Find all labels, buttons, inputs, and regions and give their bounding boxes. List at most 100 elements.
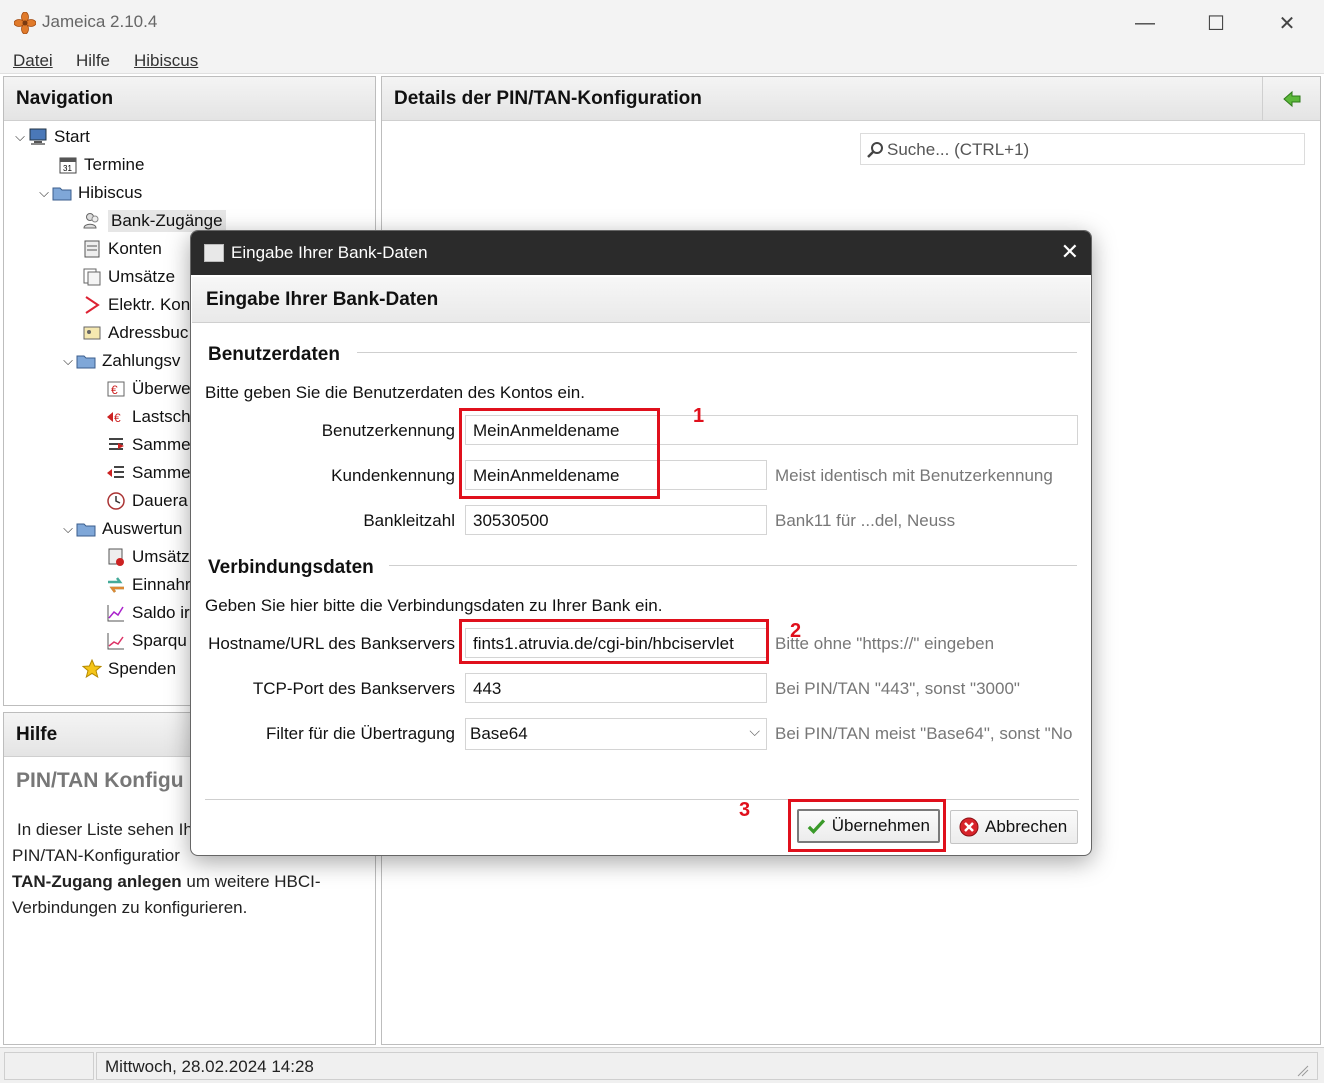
- arrows-icon: [108, 577, 124, 593]
- tree-item-label: Umsätze: [108, 267, 176, 286]
- bankleitzahl-hint: Bank11 für ...del, Neuss: [775, 511, 956, 530]
- tree-item-label: Adressbuc: [108, 323, 189, 342]
- port-hint: Bei PIN/TAN "443", sonst "3000": [775, 679, 1020, 698]
- tree-item-label: Überwe: [132, 379, 191, 398]
- tree-item-ueberweisungen[interactable]: € Überwe: [106, 376, 191, 402]
- cancel-icon: [959, 817, 979, 837]
- menu-datei[interactable]: Datei: [13, 51, 53, 71]
- navigation-header: Navigation: [4, 77, 375, 121]
- chart-icon: [107, 633, 124, 650]
- ledger-icon: [84, 240, 100, 258]
- chevron-down-icon[interactable]: ⌵: [60, 521, 76, 537]
- tree-item-umsatz-report[interactable]: Umsätz: [106, 544, 190, 570]
- close-button[interactable]: ✕: [1267, 8, 1307, 38]
- tree-item-einnahmen-ausgaben[interactable]: Einnahr: [106, 572, 191, 598]
- status-cell: Mittwoch, 28.02.2024 14:28: [96, 1052, 1318, 1080]
- menu-hilfe[interactable]: Hilfe: [76, 51, 110, 71]
- tree-item-auswertungen[interactable]: ⌵ Auswertun: [60, 516, 182, 542]
- euro-icon: €: [107, 381, 125, 397]
- folder-icon: [76, 355, 96, 369]
- tree-item-start[interactable]: ⌵ Start: [12, 124, 90, 150]
- tree-item-termine[interactable]: 31 Termine: [58, 152, 144, 178]
- annotation-box-host: [459, 619, 769, 664]
- port-field[interactable]: 443: [465, 673, 767, 703]
- tree-item-dauerauftraege[interactable]: Dauera: [106, 488, 188, 514]
- bankleitzahl-label: Bankleitzahl: [363, 511, 455, 530]
- tree-item-hibiscus[interactable]: ⌵ Hibiscus: [36, 180, 142, 206]
- dialog-window-title: Eingabe Ihrer Bank-Daten: [231, 243, 428, 262]
- tree-item-sammellastschriften[interactable]: Samme: [106, 460, 191, 486]
- abbrechen-label: Abbrechen: [985, 817, 1068, 836]
- tree-item-label: Elektr. Kon: [108, 295, 191, 314]
- help-link[interactable]: TAN-Zugang anlegen: [12, 872, 182, 891]
- tree-item-label: Sparqu: [132, 631, 187, 650]
- chevron-down-icon[interactable]: ⌵: [60, 353, 76, 369]
- tree-item-spenden[interactable]: Spenden: [82, 656, 176, 682]
- dialog-close-icon[interactable]: ✕: [1061, 239, 1079, 265]
- window-titlebar: Jameica 2.10.4 — ☐ ✕: [0, 0, 1324, 46]
- help-panel-title: Hilfe: [16, 724, 58, 745]
- tree-item-umsaetze[interactable]: Umsätze: [82, 264, 175, 290]
- tree-item-sparquote[interactable]: Sparqu: [106, 628, 187, 654]
- star-icon: [82, 659, 102, 679]
- help-line: Verbindungen zu konfigurieren.: [12, 898, 248, 917]
- tree-item-label: Saldo ir: [132, 603, 190, 622]
- section-title-connection: Verbindungsdaten: [208, 557, 374, 578]
- folder-icon: [52, 187, 72, 201]
- help-line: TAN-Zugang anlegen um weitere HBCI-: [12, 869, 372, 895]
- filter-hint: Bei PIN/TAN meist "Base64", sonst "No: [775, 724, 1073, 743]
- tree-item-label: Umsätz: [132, 547, 190, 566]
- status-bar: Mittwoch, 28.02.2024 14:28: [0, 1047, 1324, 1083]
- maximize-button[interactable]: ☐: [1196, 8, 1236, 38]
- minimize-button[interactable]: —: [1125, 8, 1165, 38]
- annotation-box-user: [459, 408, 660, 499]
- chevron-down-icon[interactable]: ⌵: [36, 185, 52, 201]
- maximize-icon: ☐: [1207, 12, 1225, 35]
- chevron-down-icon[interactable]: ⌵: [12, 129, 28, 145]
- tree-item-label: Hibiscus: [78, 183, 143, 202]
- chart-icon: [107, 605, 124, 622]
- annotation-box-uebernehmen: [788, 799, 946, 852]
- tree-item-adressbuch[interactable]: Adressbuc: [82, 320, 188, 346]
- help-line-rest: um weitere HBCI-: [181, 872, 321, 891]
- tree-item-label: Auswertun: [102, 519, 183, 538]
- status-datetime: Mittwoch, 28.02.2024 14:28: [105, 1057, 314, 1076]
- search-input[interactable]: Suche... (CTRL+1): [860, 133, 1305, 165]
- filter-select[interactable]: Base64 ⌵: [465, 718, 767, 750]
- filter-label: Filter für die Übertragung: [266, 724, 455, 743]
- tree-item-zahlungsverkehr[interactable]: ⌵ Zahlungsv: [60, 348, 180, 374]
- help-heading: PIN/TAN Konfigu: [16, 769, 184, 792]
- tree-item-label: Termine: [84, 155, 145, 174]
- chevron-down-icon: ⌵: [749, 723, 760, 739]
- menu-hibiscus[interactable]: Hibiscus: [134, 51, 198, 71]
- resize-grip-icon[interactable]: [1296, 1060, 1310, 1078]
- tree-item-elektr-kontoauszuege[interactable]: Elektr. Kon: [82, 292, 190, 318]
- benutzerkennung-label: Benutzerkennung: [321, 421, 455, 440]
- port-label: TCP-Port des Bankservers: [252, 679, 455, 698]
- report-icon: [108, 548, 124, 566]
- tree-item-sammelueberweisungen[interactable]: Samme: [106, 432, 191, 458]
- pdf-icon: [85, 296, 100, 314]
- annotation-number-2: 2: [790, 620, 802, 642]
- tree-item-label: Samme: [132, 435, 191, 454]
- bank-data-dialog: Eingabe Ihrer Bank-Daten ✕ Eingabe Ihrer…: [190, 230, 1092, 856]
- tree-item-konten[interactable]: Konten: [82, 236, 162, 262]
- jameica-logo-icon: [14, 12, 36, 34]
- users-icon: [83, 213, 99, 229]
- details-title: Details der PIN/TAN-Konfiguration: [394, 88, 702, 109]
- abbrechen-button[interactable]: Abbrechen: [950, 810, 1078, 844]
- back-arrow-icon: [1283, 90, 1301, 108]
- tree-item-lastschriften[interactable]: € Lastsch: [106, 404, 191, 430]
- folder-icon: [76, 523, 96, 537]
- filter-select-value: Base64: [470, 724, 528, 743]
- list-icon: [109, 438, 124, 450]
- clock-icon: [107, 492, 125, 510]
- svg-text:€: €: [114, 411, 121, 425]
- back-button[interactable]: [1262, 77, 1320, 121]
- tree-item-saldo-im-verlauf[interactable]: Saldo ir: [106, 600, 190, 626]
- bankleitzahl-field[interactable]: 30530500: [465, 505, 767, 535]
- search-icon: [867, 142, 883, 158]
- tree-item-label: Spenden: [108, 659, 177, 678]
- section-divider: [357, 352, 1077, 353]
- window-title: Jameica 2.10.4: [42, 12, 158, 31]
